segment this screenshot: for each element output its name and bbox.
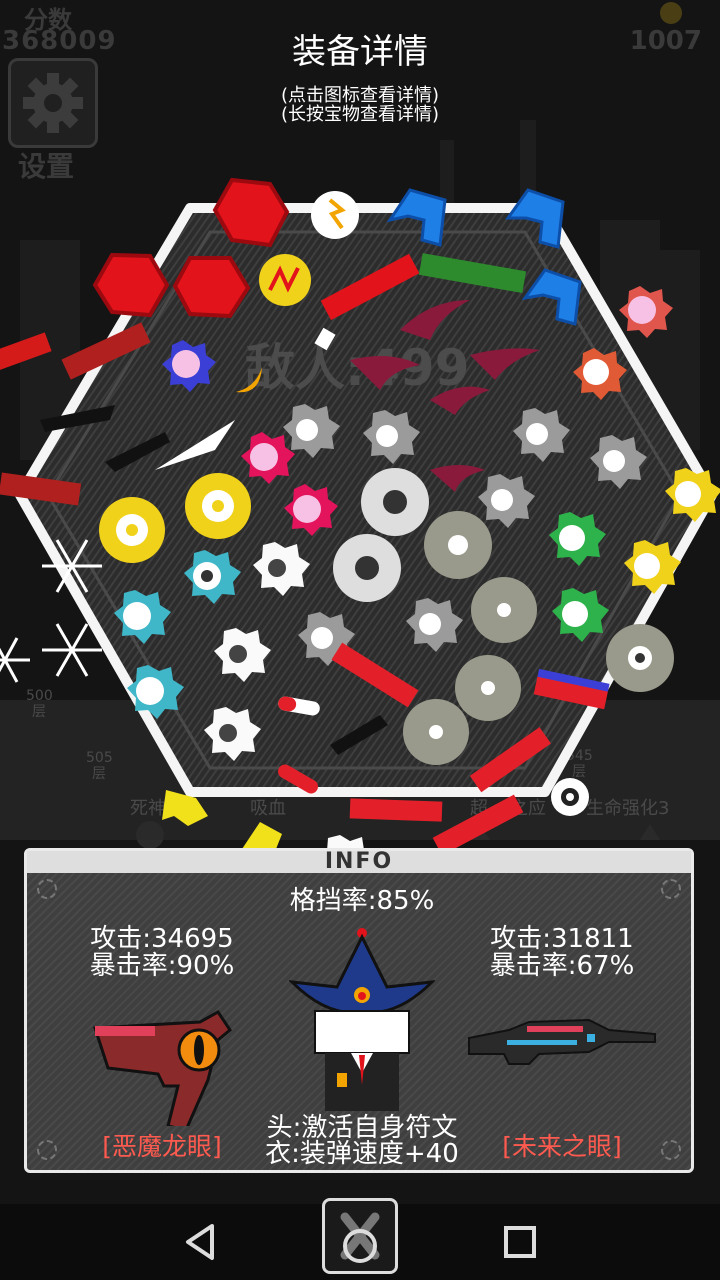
red-gem-item	[172, 256, 251, 319]
page-title: 装备详情	[292, 32, 428, 72]
red-stick-item	[349, 798, 443, 822]
red-gem-item	[92, 252, 170, 318]
right-weapon-name[interactable]: [未来之眼]	[447, 1127, 677, 1163]
triangle-back-icon	[186, 1224, 214, 1260]
white-donut-item	[333, 534, 401, 602]
dragon-eye-pistol-icon[interactable]	[93, 1006, 243, 1126]
grey-donut-item	[455, 655, 521, 721]
hint-hold-text: (长按宝物查看详情)	[280, 104, 440, 125]
left-weapon-crit: 暴击率:90%	[89, 951, 235, 981]
info-panel: INFO 格挡率:85% 攻击:34695 暴击率:90% 攻击:31811 暴…	[24, 848, 694, 1173]
yellow-donut-item	[185, 473, 251, 539]
nav-recents-button[interactable]	[482, 1204, 558, 1280]
right-weapon-crit: 暴击率:67%	[489, 951, 635, 981]
grey-donut-item	[403, 699, 469, 765]
screw-icon	[37, 879, 57, 899]
yellow-donut-item	[99, 497, 165, 563]
target-item	[551, 778, 589, 816]
grey-donut-item	[471, 577, 537, 643]
close-icon	[340, 1212, 380, 1263]
flower-gear-item	[619, 286, 673, 338]
red-bar-item	[0, 332, 52, 372]
screw-icon	[661, 879, 681, 899]
grey-donut-item	[424, 511, 492, 579]
future-eye-rifle-icon[interactable]	[467, 1016, 659, 1066]
left-weapon-name[interactable]: [恶魔龙眼]	[47, 1127, 277, 1163]
panel-info-label: INFO	[324, 849, 394, 874]
red-stick-item	[432, 794, 524, 856]
left-weapon-attack: 攻击:34695	[90, 924, 234, 954]
white-donut-item	[361, 468, 429, 536]
close-button[interactable]	[322, 1198, 398, 1274]
block-rate-text: 格挡率:85%	[289, 886, 435, 916]
hint-tap-text: (点击图标查看详情)	[280, 85, 440, 106]
snowflake-item	[0, 637, 30, 683]
coin-icon	[660, 2, 682, 24]
square-recents-icon	[504, 1226, 536, 1258]
system-nav-bar	[0, 1198, 720, 1280]
equipment-board: 敌人:499	[0, 177, 720, 860]
nav-back-button[interactable]	[164, 1204, 240, 1280]
right-weapon-attack: 攻击:31811	[490, 924, 634, 954]
grey-donut-item	[606, 624, 674, 692]
player-character[interactable]	[289, 923, 435, 1113]
enemy-counter: 敌人:499	[245, 339, 469, 397]
